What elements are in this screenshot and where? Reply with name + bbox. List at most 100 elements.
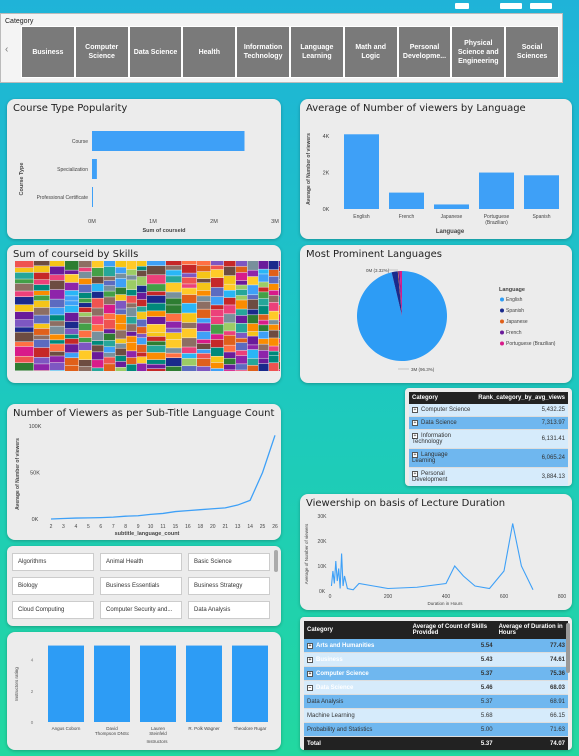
- skill-tile[interactable]: [147, 284, 166, 292]
- skill-tile[interactable]: [50, 334, 65, 340]
- skill-tile[interactable]: [279, 314, 280, 322]
- skill-tile[interactable]: [147, 324, 166, 333]
- skill-tile[interactable]: [79, 284, 92, 293]
- skill-tile[interactable]: [279, 369, 280, 371]
- skill-tile[interactable]: [137, 363, 147, 371]
- skill-tile[interactable]: [166, 292, 182, 298]
- skill-tile[interactable]: [166, 366, 182, 371]
- skill-list-item[interactable]: Computer Security and...: [100, 601, 182, 619]
- skill-tile[interactable]: [236, 289, 247, 296]
- skill-tile[interactable]: [15, 346, 34, 356]
- skill-tile[interactable]: [65, 296, 79, 301]
- skill-tile[interactable]: [197, 271, 211, 279]
- skill-tile[interactable]: [182, 303, 197, 313]
- instructor-bar[interactable]: [186, 645, 222, 722]
- skill-tile[interactable]: [182, 288, 197, 295]
- subtitle-line[interactable]: [50, 435, 276, 520]
- skill-tile[interactable]: [236, 309, 247, 316]
- course-type-bar[interactable]: [92, 159, 97, 179]
- skill-tile[interactable]: [236, 315, 247, 324]
- skill-tile[interactable]: [236, 332, 247, 338]
- skill-tile[interactable]: [182, 277, 197, 284]
- skill-tile[interactable]: [34, 272, 50, 280]
- skill-tile[interactable]: [197, 301, 211, 309]
- skill-tile[interactable]: [224, 370, 236, 371]
- skill-tile[interactable]: [279, 288, 280, 296]
- skill-tile[interactable]: [147, 316, 166, 325]
- skill-tile[interactable]: [211, 316, 224, 324]
- skill-tile[interactable]: [147, 368, 166, 371]
- skill-tile[interactable]: [182, 284, 197, 288]
- skill-tile[interactable]: [147, 291, 166, 296]
- skill-tile[interactable]: [197, 261, 211, 266]
- slicer-item[interactable]: Social Sciences: [505, 26, 559, 78]
- skill-tile[interactable]: [197, 265, 211, 272]
- skill-tile[interactable]: [104, 340, 115, 347]
- skill-tile[interactable]: [34, 279, 50, 285]
- skill-tile[interactable]: [50, 315, 65, 321]
- skill-tile[interactable]: [50, 362, 65, 370]
- expand-icon[interactable]: +: [412, 420, 418, 426]
- skill-tile[interactable]: [126, 261, 137, 270]
- skill-tile[interactable]: [79, 366, 92, 371]
- skill-tile[interactable]: [137, 319, 147, 327]
- skill-tile[interactable]: [211, 368, 224, 371]
- rank-row[interactable]: + Language Learning 6,065.24: [409, 448, 568, 468]
- skill-tile[interactable]: [247, 345, 259, 350]
- duration-line[interactable]: [330, 523, 534, 591]
- skill-tile[interactable]: [104, 280, 115, 286]
- skill-tile[interactable]: [236, 350, 247, 356]
- skill-tile[interactable]: [247, 295, 259, 300]
- skill-tile[interactable]: [115, 294, 127, 301]
- instructor-bar[interactable]: [48, 645, 84, 722]
- skill-tile[interactable]: [269, 355, 279, 363]
- skill-tile[interactable]: [147, 303, 166, 311]
- slicer-item[interactable]: Computer Science: [74, 26, 129, 78]
- skill-tile[interactable]: [79, 267, 92, 272]
- skill-tile[interactable]: [92, 267, 104, 277]
- skill-tile[interactable]: [166, 332, 182, 340]
- skill-tile[interactable]: [92, 308, 104, 316]
- skill-tile[interactable]: [126, 336, 137, 343]
- expand-icon[interactable]: +: [307, 656, 313, 663]
- skill-tile[interactable]: [104, 304, 115, 314]
- expand-icon[interactable]: +: [307, 642, 313, 649]
- skill-list-item[interactable]: Cloud Computing: [12, 601, 94, 619]
- skill-tile[interactable]: [269, 290, 279, 296]
- skill-tile[interactable]: [224, 297, 236, 305]
- skill-list-scrollbar[interactable]: [274, 550, 278, 572]
- skill-tile[interactable]: [137, 327, 147, 334]
- skill-tile[interactable]: [137, 338, 147, 345]
- skill-tile[interactable]: [258, 287, 269, 292]
- skill-tile[interactable]: [104, 276, 115, 281]
- skill-tile[interactable]: [269, 302, 279, 311]
- skill-tile[interactable]: [126, 331, 137, 336]
- focus-mode-icon[interactable]: [500, 3, 522, 9]
- skill-tile[interactable]: [166, 339, 182, 348]
- skill-tile[interactable]: [247, 261, 259, 270]
- skill-tile[interactable]: [236, 295, 247, 300]
- skill-tile[interactable]: [34, 328, 50, 335]
- skill-tile[interactable]: [197, 290, 211, 296]
- skill-tile[interactable]: [34, 291, 50, 295]
- skill-tile[interactable]: [65, 301, 79, 306]
- skill-tile[interactable]: [279, 330, 280, 339]
- skill-tile[interactable]: [166, 276, 182, 283]
- skill-tile[interactable]: [258, 363, 269, 371]
- skill-tile[interactable]: [166, 261, 182, 266]
- skill-tile[interactable]: [269, 324, 279, 330]
- skill-tile[interactable]: [258, 282, 269, 287]
- skill-tile[interactable]: [258, 350, 269, 358]
- skill-tile[interactable]: [224, 275, 236, 284]
- viewers-language-bar[interactable]: [344, 134, 379, 209]
- skill-tile[interactable]: [126, 269, 137, 275]
- skill-tile[interactable]: [92, 340, 104, 345]
- skill-tile[interactable]: [197, 339, 211, 344]
- skill-tile[interactable]: [147, 275, 166, 284]
- skill-tile[interactable]: [166, 321, 182, 328]
- expand-icon[interactable]: −: [307, 684, 313, 691]
- skill-tile[interactable]: [269, 363, 279, 371]
- skill-tile[interactable]: [79, 323, 92, 331]
- skill-tile[interactable]: [50, 261, 65, 267]
- skill-tile[interactable]: [182, 338, 197, 347]
